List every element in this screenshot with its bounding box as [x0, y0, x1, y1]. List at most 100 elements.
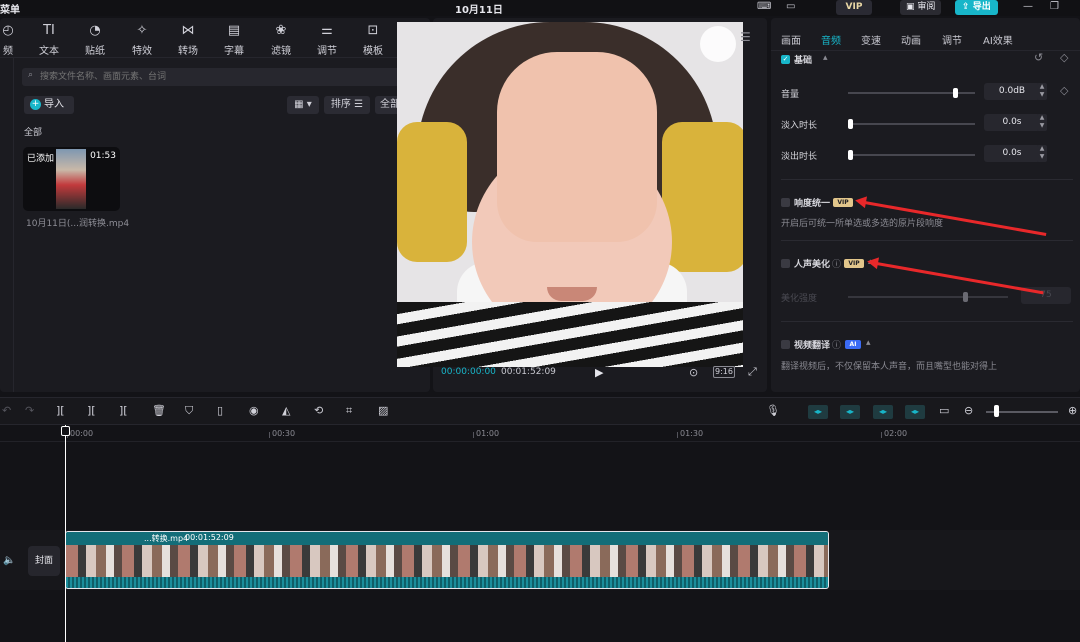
main-track-magnet-icon[interactable]: ◂▸	[808, 405, 828, 419]
speaker-icon[interactable]: 🔈	[3, 555, 15, 566]
keyboard-icon[interactable]: ⌨	[757, 1, 771, 12]
play-icon[interactable]: ▶	[595, 366, 603, 379]
translate-description: 翻译视频后，不仅保留本人声音，而且嘴型也能对得上	[781, 362, 998, 372]
tool-effects[interactable]: ✧ 特效	[120, 22, 164, 57]
fadeout-slider-knob[interactable]	[848, 150, 853, 160]
zoom-slider-knob[interactable]	[994, 405, 999, 417]
tool-transition[interactable]: ⋈ 转场	[166, 22, 210, 57]
zoom-in-icon[interactable]: ⊕	[1068, 404, 1077, 417]
tool-text[interactable]: TI 文本	[27, 22, 71, 57]
tool-adjust[interactable]: ⚌ 调节	[305, 22, 349, 57]
beautify-strength-label: 美化强度	[781, 294, 818, 304]
media-item[interactable]: 已添加 01:53	[23, 147, 120, 211]
reverse-icon[interactable]: ◉	[249, 404, 259, 417]
tab-picture[interactable]: 画面	[781, 32, 801, 47]
tab-ai-effects[interactable]: AI效果	[983, 32, 1013, 47]
playhead-handle[interactable]	[61, 426, 70, 436]
section-label: 全部	[24, 128, 43, 138]
minimize-icon[interactable]: —	[1023, 1, 1033, 12]
tab-speed[interactable]: 变速	[861, 32, 881, 47]
fadein-slider[interactable]	[848, 123, 975, 125]
fit-icon[interactable]: ⊙	[689, 366, 698, 379]
volume-keyframe-icon[interactable]: ◇	[1060, 84, 1068, 97]
timeline-ruler[interactable]: 00:00 00:30 01:00 01:30 02:00	[0, 426, 1080, 442]
picture-in-picture-icon[interactable]: ▨	[378, 404, 388, 417]
loudness-vip-tag: VIP	[833, 198, 853, 207]
redo-icon[interactable]: ↷	[25, 404, 34, 417]
zoom-out-icon[interactable]: ⊖	[964, 404, 973, 417]
volume-stepper[interactable]: ▲ ▼	[1037, 83, 1047, 100]
import-button[interactable]: + 导入	[24, 96, 74, 114]
volume-value[interactable]: 0.0dB	[984, 83, 1040, 100]
fadein-value[interactable]: 0.0s	[984, 114, 1040, 131]
ruler-label: 00:30	[272, 429, 296, 438]
reset-icon[interactable]: ↺	[1034, 51, 1043, 64]
added-badge: 已添加	[27, 154, 55, 164]
cover-button[interactable]: 封面	[28, 546, 60, 576]
vip-badge[interactable]: VIP	[836, 0, 872, 15]
tool-filter[interactable]: ❀ 滤镜	[259, 22, 303, 57]
translate-checkbox[interactable]	[781, 340, 790, 349]
restore-icon[interactable]: ❐	[1050, 1, 1059, 12]
search-input[interactable]	[40, 68, 410, 86]
split-left-icon[interactable]: ][	[87, 404, 96, 417]
sort-button[interactable]: 排序 ☰	[324, 96, 370, 114]
preview-icon[interactable]: ▭	[939, 404, 949, 417]
collapse-icon[interactable]: ▴	[823, 53, 828, 63]
keyframe-icon[interactable]: ◇	[1060, 51, 1068, 64]
delete-icon[interactable]: 🗑	[152, 404, 166, 417]
link-icon[interactable]: ◂▸	[873, 405, 893, 419]
fadeout-value[interactable]: 0.0s	[984, 145, 1040, 162]
info-icon[interactable]: ⓘ	[832, 338, 841, 351]
clip-header: ...转换.mp4 00:01:52:09	[66, 532, 828, 545]
collapse-icon[interactable]: ▴	[866, 338, 871, 348]
split-icon[interactable]: ][	[56, 404, 65, 417]
export-button[interactable]: ⇪ 导出	[955, 0, 998, 15]
loudness-checkbox[interactable]	[781, 198, 790, 207]
freeze-icon[interactable]: ▯	[217, 404, 223, 417]
info-icon[interactable]: ⓘ	[832, 257, 841, 270]
search-box[interactable]: ⌕	[22, 68, 422, 86]
fadein-stepper[interactable]: ▲ ▼	[1037, 114, 1047, 131]
microphone-icon[interactable]: 🎙	[766, 404, 780, 417]
beautify-slider-knob[interactable]	[963, 292, 968, 302]
layout-icon[interactable]: ▭	[786, 1, 795, 12]
preview-video[interactable]	[397, 22, 743, 367]
ruler-label: 01:00	[476, 429, 500, 438]
tool-strip: ◴ 频 TI 文本 ◔ 贴纸 ✧ 特效 ⋈ 转场 ▤ 字幕 ❀ 滤镜 ⚌ 调节 ⊡ 模板	[0, 18, 430, 58]
tool-subtitle[interactable]: ▤ 字幕	[212, 22, 256, 57]
volume-slider-knob[interactable]	[953, 88, 958, 98]
tab-audio[interactable]: 音频	[821, 32, 841, 47]
tab-animation[interactable]: 动画	[901, 32, 921, 47]
view-mode-button[interactable]: ▦ ▾	[287, 96, 319, 114]
fadeout-stepper[interactable]: ▲ ▼	[1037, 145, 1047, 162]
mirror-icon[interactable]: ◭	[282, 404, 290, 417]
tool-sticker[interactable]: ◔ 贴纸	[73, 22, 117, 57]
fullscreen-icon[interactable]: ⤢	[748, 365, 757, 379]
split-right-icon[interactable]: ][	[119, 404, 128, 417]
fadeout-slider[interactable]	[848, 154, 975, 156]
crop-icon[interactable]: ⌗	[346, 404, 352, 418]
review-button[interactable]: ▣ 审阅	[900, 0, 942, 15]
aspect-ratio-button[interactable]: 9:16	[713, 366, 735, 378]
playhead[interactable]	[65, 425, 66, 642]
beautify-slider[interactable]	[848, 296, 1008, 298]
preview-axis-icon[interactable]: ◂▸	[905, 405, 925, 419]
rotate-icon[interactable]: ⟲	[314, 404, 323, 417]
translate-title: 视频翻译	[794, 341, 831, 351]
voice-beautify-checkbox[interactable]	[781, 259, 790, 268]
undo-icon[interactable]: ↶	[2, 404, 11, 417]
menu-button[interactable]: 菜单	[0, 1, 20, 16]
fadein-slider-knob[interactable]	[848, 119, 853, 129]
auto-snap-icon[interactable]: ◂▸	[840, 405, 860, 419]
sticker-icon	[700, 26, 736, 62]
basic-checkbox[interactable]: ✓	[781, 55, 790, 64]
video-clip[interactable]: ...转换.mp4 00:01:52:09	[65, 531, 829, 589]
preview-menu-icon[interactable]: ☰	[740, 30, 751, 44]
marker-icon[interactable]: ⛉	[185, 404, 193, 418]
sort-icon: ☰	[350, 99, 364, 110]
tool-template[interactable]: ⊡ 模板	[351, 22, 395, 57]
tool-media[interactable]: ◴ 频	[0, 22, 30, 57]
clip-name: ...转换.mp4	[144, 534, 189, 543]
tab-adjust[interactable]: 调节	[942, 32, 962, 47]
